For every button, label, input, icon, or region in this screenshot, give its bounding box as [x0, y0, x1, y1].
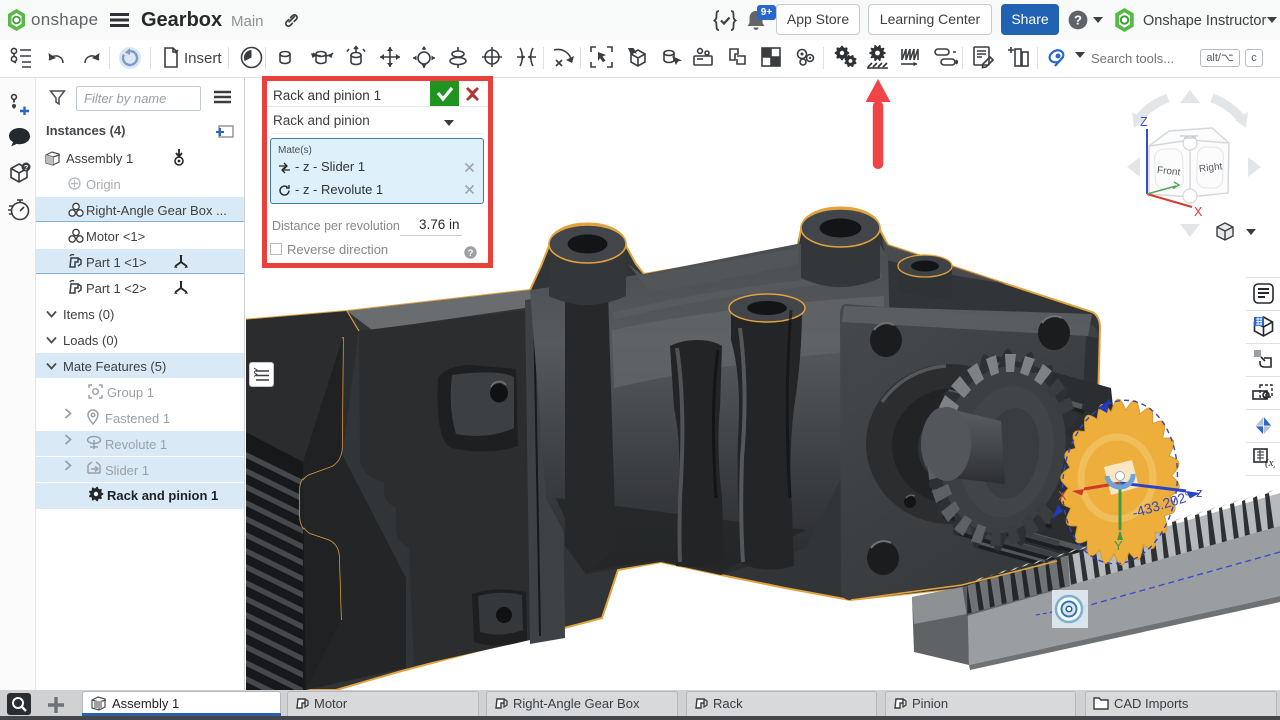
svg-text:?: ?	[1074, 13, 1082, 28]
svg-text:Y: Y	[1114, 538, 1123, 553]
svg-text:Z: Z	[1140, 115, 1148, 129]
svg-text:X: X	[1194, 205, 1203, 219]
svg-text:?: ?	[24, 163, 29, 172]
svg-text:(x): (x)	[1265, 457, 1275, 469]
svg-text:X: X	[1058, 488, 1067, 503]
svg-text:z: z	[1196, 485, 1203, 500]
svg-text:?: ?	[468, 248, 474, 259]
